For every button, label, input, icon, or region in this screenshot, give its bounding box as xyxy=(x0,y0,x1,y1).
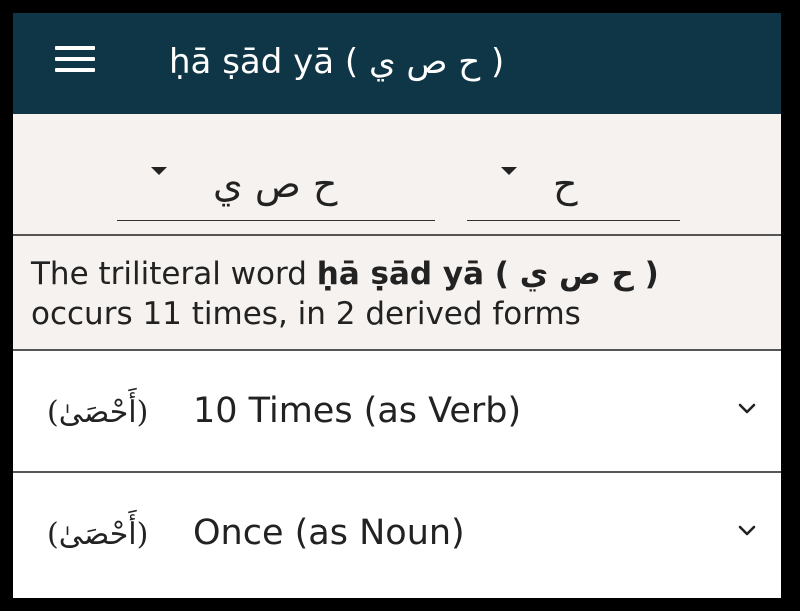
letter-dropdown[interactable]: ح xyxy=(467,154,680,221)
chevron-down-icon[interactable] xyxy=(735,399,759,419)
root-selector-panel: ح ص ي ح xyxy=(13,114,781,236)
caret-down-icon xyxy=(151,167,167,175)
caret-down-icon xyxy=(501,167,517,175)
derived-form-row-noun[interactable]: (أَحْصَىٰ) Once (as Noun) xyxy=(13,473,781,593)
page-title: ḥā ṣād yā ( ح ص ي ) xyxy=(169,42,505,82)
chevron-down-icon[interactable] xyxy=(735,521,759,541)
root-dropdown[interactable]: ح ص ي xyxy=(117,154,435,221)
root-dropdown-value: ح ص ي xyxy=(213,162,338,206)
occurrence-summary: The triliteral word ḥā ṣād yā ( ح ص ي ) … xyxy=(13,236,781,351)
derived-form-arabic: (أَحْصَىٰ) xyxy=(47,517,149,552)
derived-form-label: 10 Times (as Verb) xyxy=(193,391,522,431)
summary-suffix: occurs 11 times, in 2 derived forms xyxy=(31,296,581,332)
derived-form-label: Once (as Noun) xyxy=(193,513,465,553)
derived-form-arabic: (أَحْصَىٰ) xyxy=(47,395,149,430)
summary-word: ḥā ṣād yā ( ح ص ي ) xyxy=(316,256,659,292)
summary-text: The triliteral word ḥā ṣād yā ( ح ص ي ) … xyxy=(31,254,766,334)
hamburger-menu-icon[interactable] xyxy=(55,46,95,72)
derived-form-row-verb[interactable]: (أَحْصَىٰ) 10 Times (as Verb) xyxy=(13,351,781,473)
app-frame: ḥā ṣād yā ( ح ص ي ) ح ص ي ح The triliter… xyxy=(13,13,781,598)
letter-dropdown-value: ح xyxy=(553,162,578,206)
app-bar: ḥā ṣād yā ( ح ص ي ) xyxy=(13,13,781,114)
summary-prefix: The triliteral word xyxy=(31,256,317,292)
